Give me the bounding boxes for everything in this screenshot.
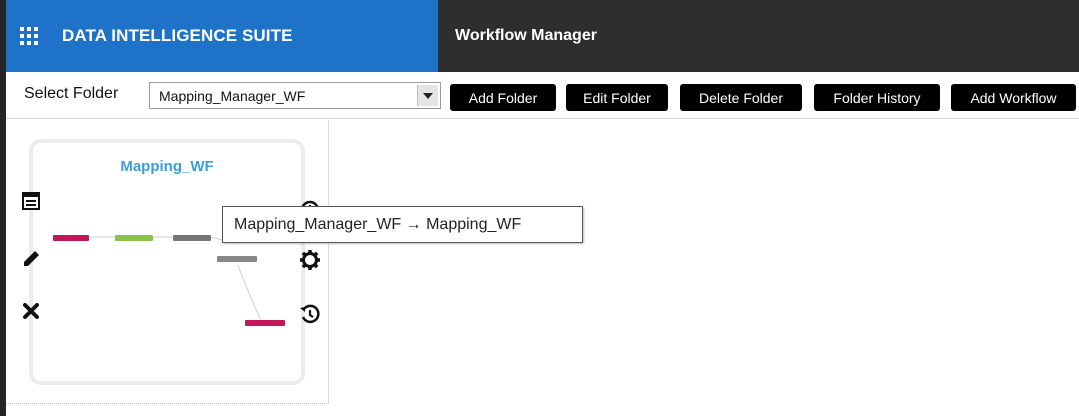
- connector-line: [237, 264, 262, 322]
- select-folder-label: Select Folder: [24, 85, 119, 102]
- delete-folder-button[interactable]: Delete Folder: [680, 84, 802, 111]
- workflow-node-session[interactable]: [173, 235, 211, 241]
- app-launcher-icon[interactable]: [20, 27, 38, 45]
- brand-title: DATA INTELLIGENCE SUITE: [62, 26, 293, 45]
- workflow-node-task[interactable]: [217, 256, 257, 262]
- brand-bar: DATA INTELLIGENCE SUITE: [6, 0, 438, 72]
- workflow-node-end[interactable]: [245, 320, 285, 326]
- edit-icon[interactable]: [20, 248, 42, 270]
- module-title: Workflow Manager: [455, 27, 597, 44]
- details-icon[interactable]: [20, 190, 42, 212]
- workflow-canvas: Mapping_WF: [6, 120, 329, 404]
- workflow-card[interactable]: Mapping_WF: [29, 139, 320, 385]
- path-tooltip: Mapping_Manager_WF → Mapping_WF: [222, 206, 583, 243]
- app-header: DATA INTELLIGENCE SUITE Workflow Manager: [6, 0, 1079, 72]
- edit-folder-button[interactable]: Edit Folder: [566, 84, 668, 111]
- chevron-down-icon[interactable]: [417, 85, 438, 106]
- workflow-node-start[interactable]: [53, 235, 89, 241]
- module-bar: Workflow Manager: [438, 0, 1079, 72]
- delete-icon[interactable]: [20, 300, 42, 322]
- settings-icon[interactable]: [299, 249, 321, 271]
- folder-select[interactable]: Mapping_Manager_WF: [149, 82, 441, 109]
- history-icon[interactable]: [299, 303, 321, 325]
- add-folder-button[interactable]: Add Folder: [450, 84, 556, 111]
- workflow-diagram: [87, 236, 262, 322]
- folder-history-button[interactable]: Folder History: [814, 84, 940, 111]
- add-workflow-button[interactable]: Add Workflow: [951, 84, 1076, 111]
- toolbar: Select Folder Mapping_Manager_WF Add Fol…: [6, 72, 1079, 119]
- folder-select-value: Mapping_Manager_WF: [159, 88, 306, 104]
- workflow-node-mapping[interactable]: [115, 235, 153, 241]
